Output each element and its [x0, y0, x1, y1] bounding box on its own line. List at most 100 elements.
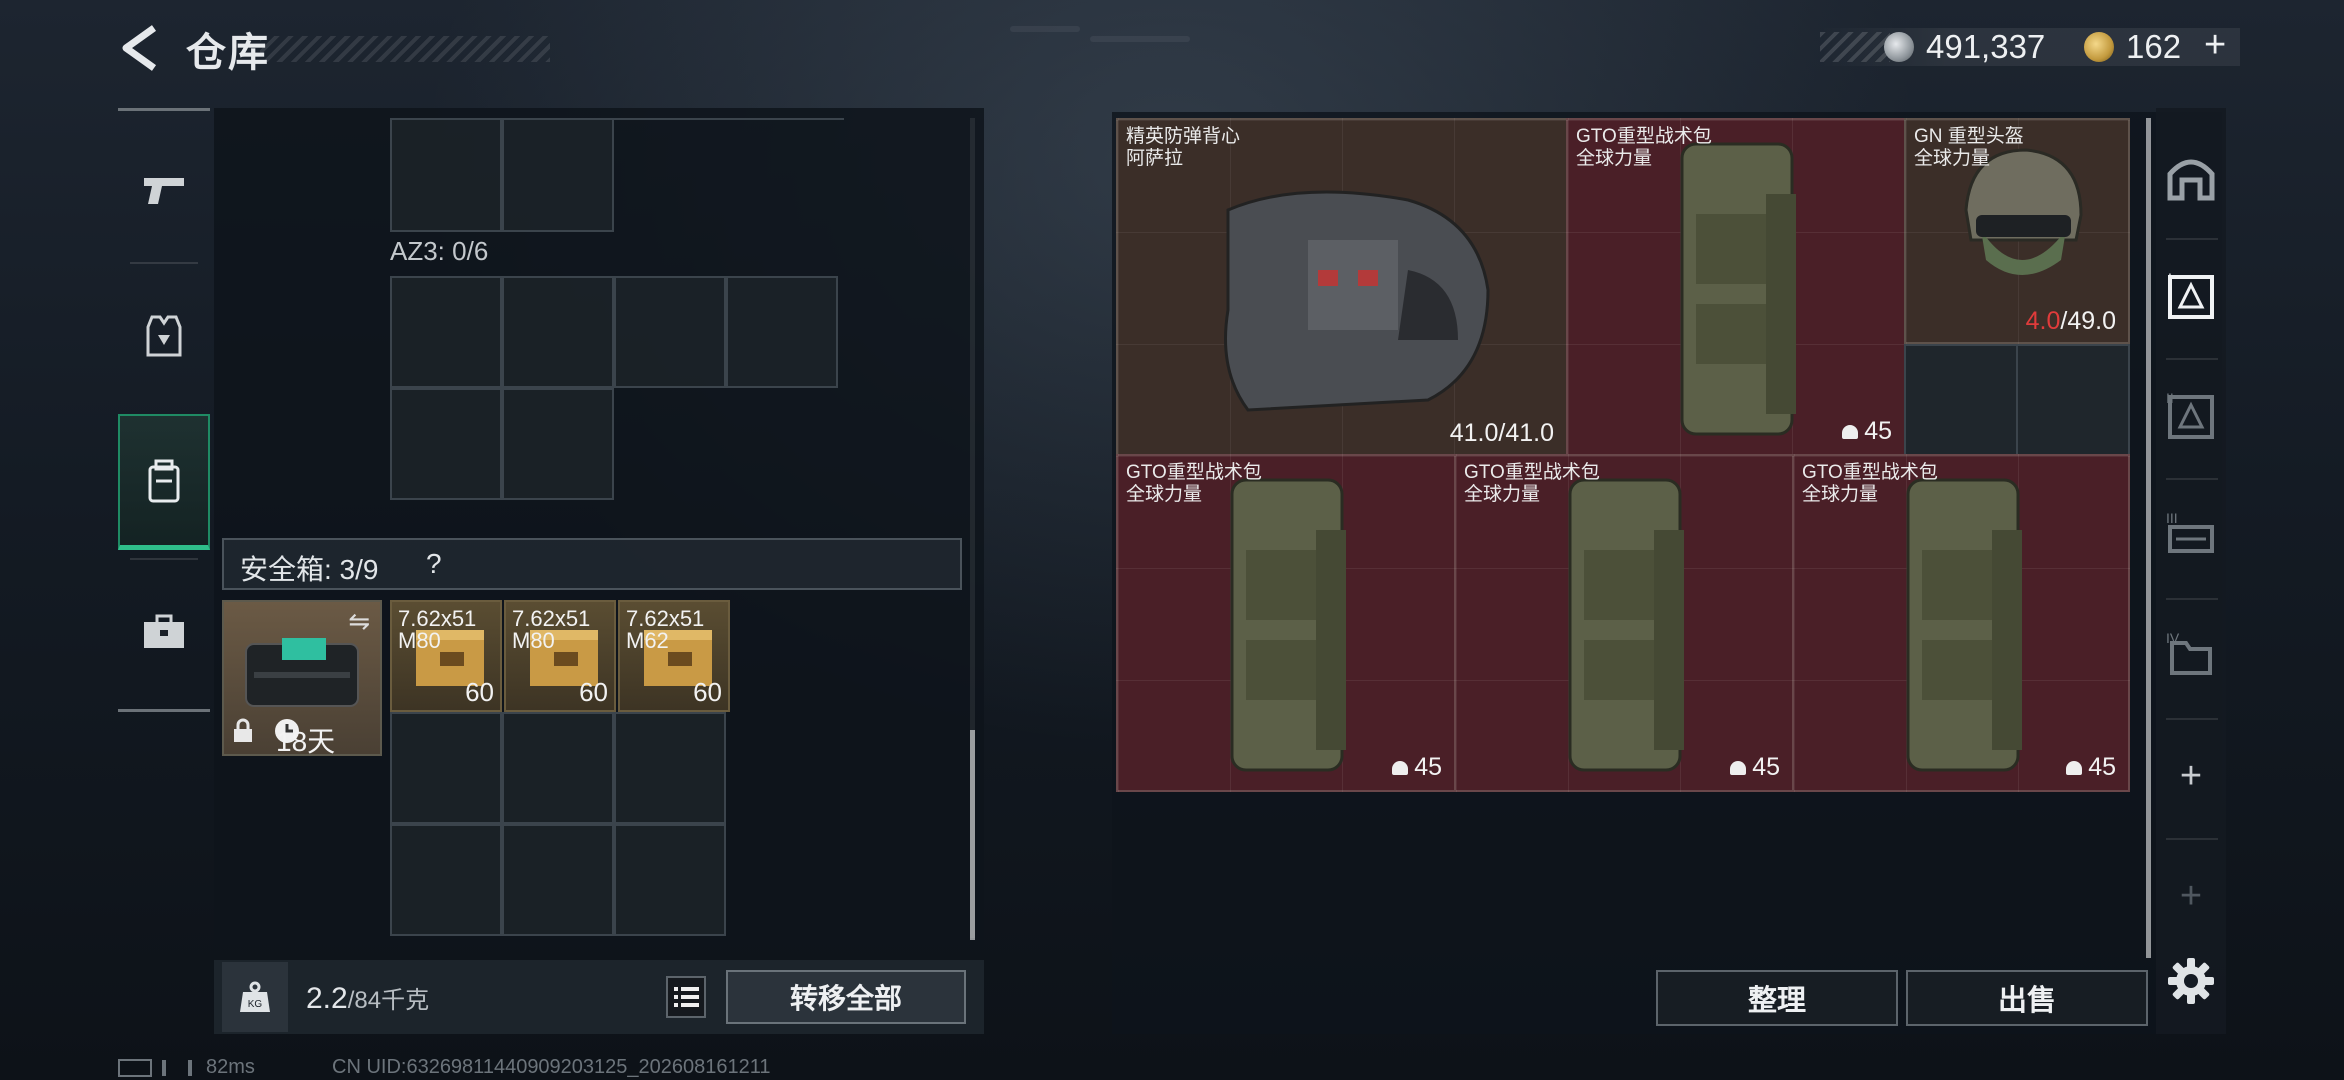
grid-cell[interactable]: [614, 824, 726, 936]
stash-tab-page-4[interactable]: IV: [2156, 606, 2226, 706]
armor-vest-image: [1224, 190, 1490, 412]
transfer-all-button[interactable]: 转移全部: [726, 970, 966, 1024]
stash-item-backpack[interactable]: GTO重型战术包 全球力量 45: [1566, 118, 1906, 456]
signal-icon: [162, 1059, 192, 1076]
grid-cell[interactable]: [502, 712, 614, 824]
tab-backpack[interactable]: [118, 414, 210, 550]
stash-page-1-icon: I: [2168, 270, 2214, 319]
ammo-item[interactable]: 7.62x51 M80 60: [504, 600, 616, 712]
stash-item-backpack[interactable]: GTO重型战术包 全球力量 45: [1116, 454, 1456, 792]
stash-home-icon: [2167, 159, 2215, 201]
item-capacity: 45: [2066, 753, 2116, 782]
page-title: 仓库: [186, 31, 270, 75]
backpack-icon: [148, 459, 180, 502]
battery-icon: [118, 1058, 152, 1077]
grid-cell[interactable]: [390, 712, 502, 824]
lock-icon: [234, 718, 252, 742]
container-scrollbar[interactable]: [970, 730, 975, 940]
stash-item-backpack[interactable]: GTO重型战术包 全球力量 45: [1792, 454, 2130, 792]
stash-tab-page-3[interactable]: III: [2156, 486, 2226, 586]
swap-icon[interactable]: ⇋: [348, 606, 370, 637]
backpack-image: [1230, 478, 1346, 772]
title-decoration: [260, 36, 550, 62]
grid-cell[interactable]: [390, 824, 502, 936]
safebox-capacity-label: 安全箱: 3/9: [240, 554, 379, 585]
silver-coin-icon: [1884, 32, 1914, 62]
az3-capacity-label: AZ3: 0/6: [390, 236, 489, 266]
settings-gear-icon[interactable]: [2160, 950, 2222, 1012]
grid-cell[interactable]: [502, 388, 614, 500]
weight-icon: [1392, 761, 1409, 776]
add-gold-button[interactable]: +: [2204, 24, 2226, 67]
backpack-image: [1906, 478, 2022, 772]
grid-cell[interactable]: [502, 276, 614, 388]
safebox-help-button[interactable]: ?: [426, 548, 442, 580]
weight-readout: 2.2/84千克: [306, 980, 429, 1016]
grid-cell[interactable]: [502, 118, 614, 232]
gold-amount: 162: [2126, 28, 2182, 65]
item-capacity: 45: [1842, 417, 1892, 446]
stash-tab-page-1[interactable]: I: [2156, 246, 2226, 346]
ammo-count: 60: [693, 677, 722, 707]
ammo-item[interactable]: 7.62x51 M80 60: [390, 600, 502, 712]
weight-icon: KG: [240, 981, 270, 1012]
tab-briefcase[interactable]: [118, 564, 210, 700]
item-durability: 4.0/49.0: [2025, 307, 2116, 335]
stash-grid-cell[interactable]: [1904, 344, 2018, 456]
tab-weapons[interactable]: [118, 122, 210, 258]
grid-cell[interactable]: [390, 276, 502, 388]
back-arrow-icon[interactable]: [118, 24, 162, 72]
stash-grid-cell[interactable]: [2016, 344, 2130, 456]
svg-text:III: III: [2166, 510, 2178, 526]
grid-cell[interactable]: [390, 388, 502, 500]
grid-cell[interactable]: [614, 276, 726, 388]
stash-page-3-icon: III: [2166, 510, 2214, 553]
weight-icon: [1842, 425, 1859, 440]
case-expiry-timer: 18天: [276, 726, 336, 757]
tab-armor[interactable]: [118, 268, 210, 404]
weight-max: /84千克: [347, 987, 430, 1014]
briefcase-icon: [144, 614, 184, 648]
gold-coin-icon: [2084, 32, 2114, 62]
ammo-item[interactable]: 7.62x51 M62 60: [618, 600, 730, 712]
ammo-caliber: 7.62x51: [626, 606, 705, 631]
weight-icon: [1730, 761, 1747, 776]
ammo-type: M80: [398, 628, 441, 653]
weight-button[interactable]: KG: [222, 962, 288, 1032]
ammo-caliber: 7.62x51: [398, 606, 477, 631]
svg-text:I: I: [2168, 270, 2172, 286]
ammo-count: 60: [465, 677, 494, 707]
add-stash-page-button[interactable]: +: [2156, 726, 2226, 826]
grid-cell[interactable]: [390, 118, 502, 232]
stash-item-helmet[interactable]: GN 重型头盔 全球力量 4.0/49.0: [1904, 118, 2130, 344]
grid-cell[interactable]: [726, 276, 838, 388]
weight-icon: [2066, 761, 2083, 776]
backpack-image: [1568, 478, 1684, 772]
stash-tab-home[interactable]: [2156, 128, 2226, 228]
grid-cell[interactable]: [614, 712, 726, 824]
sell-button[interactable]: 出售: [1906, 970, 2148, 1026]
ammo-type: M80: [512, 628, 555, 653]
stash-page-4-icon: IV: [2166, 630, 2212, 675]
item-name: GTO重型战术包 全球力量: [1126, 462, 1262, 505]
backpack-image: [1680, 142, 1796, 436]
stash-page-2-icon: II: [2166, 390, 2214, 439]
ammo-count: 60: [579, 677, 608, 707]
sort-button[interactable]: 整理: [1656, 970, 1898, 1026]
item-durability: 41.0/41.0: [1449, 419, 1554, 447]
stash-scrollbar[interactable]: [2146, 118, 2151, 958]
grid-cell[interactable]: [502, 824, 614, 936]
stash-tab-page-2[interactable]: II: [2156, 366, 2226, 466]
stash-item-vest[interactable]: 精英防弹背心 阿萨拉 41.0/41.0: [1116, 118, 1568, 456]
add-stash-page-button-disabled: +: [2156, 846, 2226, 946]
currency-decoration: [1820, 32, 1890, 62]
stash-item-backpack[interactable]: GTO重型战术包 全球力量 45: [1454, 454, 1794, 792]
ping-readout: 82ms: [206, 1056, 255, 1078]
pistol-icon: [144, 178, 184, 204]
list-view-button[interactable]: [666, 976, 706, 1018]
user-id: CN UID:63269811440909203125_202608161211: [332, 1056, 771, 1078]
armor-vest-icon: [146, 315, 182, 357]
item-name: 精英防弹背心 阿萨拉: [1126, 126, 1241, 169]
plus-icon: +: [2179, 874, 2203, 917]
network-status: 82ms: [118, 1056, 255, 1079]
